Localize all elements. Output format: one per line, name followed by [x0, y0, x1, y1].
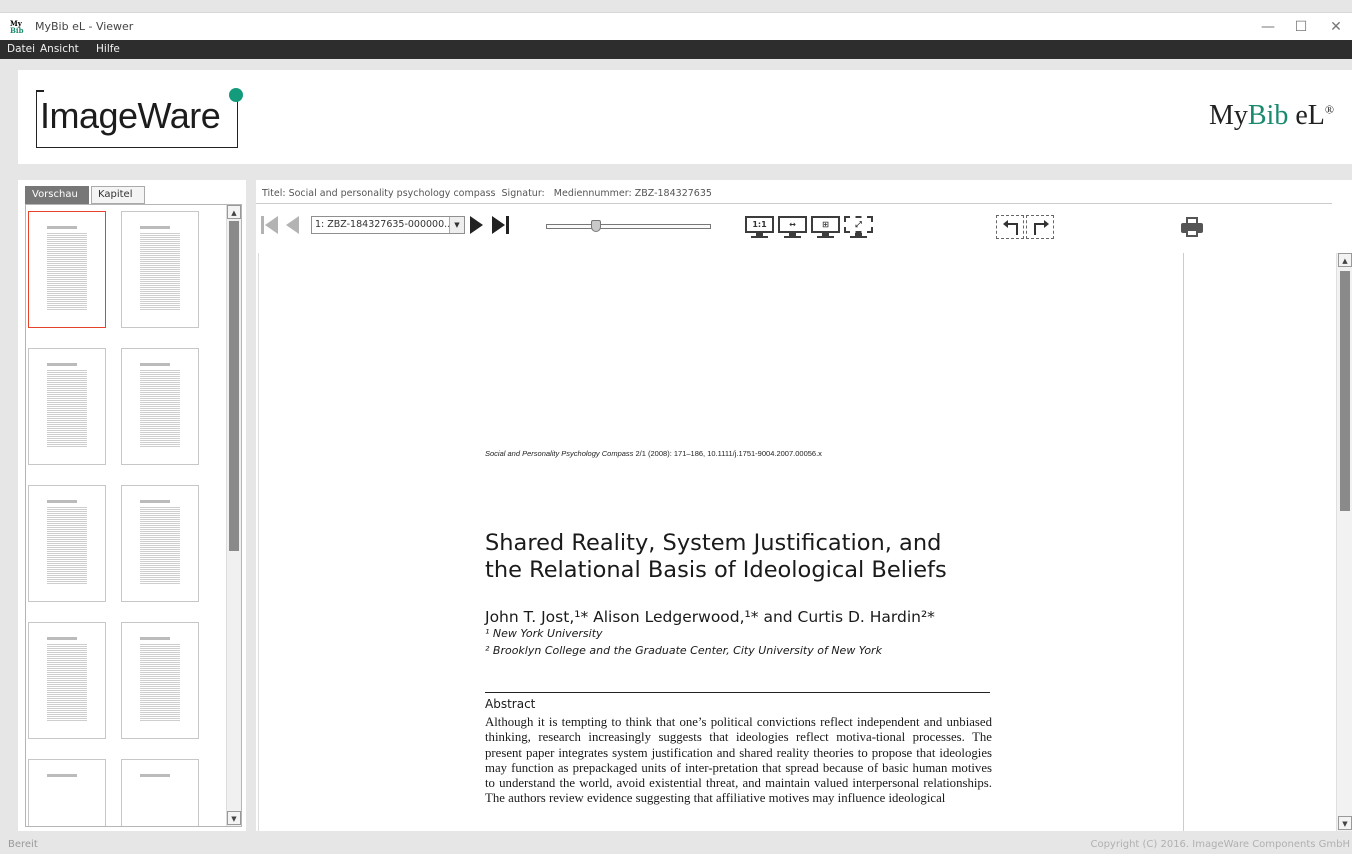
brand-bib: Bib	[1247, 100, 1289, 131]
previous-page-button[interactable]	[286, 216, 299, 234]
zoom-1to1-button[interactable]: 1:1	[745, 216, 774, 238]
page-thumbnail-8[interactable]	[121, 622, 199, 739]
close-button[interactable]: ✕	[1318, 17, 1352, 39]
fit-width-button[interactable]: ↔	[778, 216, 807, 238]
menu-datei[interactable]: Datei	[7, 43, 35, 55]
mediennummer-label: Mediennummer:	[553, 188, 632, 199]
affiliation-2: ² Brooklyn College and the Graduate Cent…	[485, 644, 882, 657]
journal-citation: Social and Personality Psychology Compas…	[485, 449, 822, 458]
maximize-button[interactable]: ☐	[1283, 17, 1319, 39]
scrollbar-thumb[interactable]	[229, 221, 239, 551]
page-select-dropdown[interactable]: 1: ZBZ-184327635-000000... ▼	[311, 216, 465, 234]
imageware-logo: ImageWare	[40, 95, 221, 136]
preview-panel: Vorschau Kapitel ▲ ▼	[18, 180, 246, 831]
page-thumbnail-7[interactable]	[28, 622, 106, 739]
article-title: Shared Reality, System Justification, an…	[485, 530, 1045, 584]
fullscreen-icon: ⤢	[844, 216, 873, 233]
abstract-rule	[485, 692, 990, 693]
rotate-left-icon	[1003, 220, 1018, 235]
affiliation-1: ¹ New York University	[485, 627, 603, 640]
article-title-line-2: the Relational Basis of Ideological Beli…	[485, 557, 947, 583]
abstract-text: Although it is tempting to think that on…	[485, 715, 992, 806]
brand-el: eL	[1288, 100, 1325, 131]
article-title-line-1: Shared Reality, System Justification, an…	[485, 530, 942, 556]
scroll-up-arrow-icon[interactable]: ▲	[1338, 253, 1352, 267]
zoom-slider[interactable]	[546, 220, 711, 232]
page-thumbnail-5[interactable]	[28, 485, 106, 602]
status-bar: Bereit Copyright (C) 2016. ImageWare Com…	[0, 836, 1352, 854]
page-thumbnail-4[interactable]	[121, 348, 199, 465]
window-title: MyBib eL - Viewer	[35, 20, 134, 33]
rotate-right-button[interactable]	[1026, 215, 1054, 239]
rotate-left-button[interactable]	[996, 215, 1024, 239]
zoom-1to1-label: 1:1	[745, 216, 774, 233]
app-icon: My Bib	[10, 19, 24, 35]
thumbnail-list: ▲ ▼	[25, 204, 242, 827]
zoom-slider-handle[interactable]	[591, 220, 601, 232]
imageware-logo-dot	[229, 88, 243, 102]
status-text: Bereit	[8, 839, 38, 850]
brand-my: My	[1208, 100, 1248, 131]
tab-kapitel[interactable]: Kapitel	[91, 186, 145, 204]
document-page: Social and Personality Psychology Compas…	[258, 253, 1184, 831]
journal-citation-details: 2/1 (2008): 171–186, 10.1111/j.1751-9004…	[633, 449, 822, 458]
scroll-down-arrow-icon[interactable]: ▼	[227, 811, 241, 825]
divider	[256, 203, 1332, 204]
print-button[interactable]	[1181, 217, 1203, 237]
fit-width-icon: ↔	[778, 216, 807, 233]
document-scrollbar[interactable]: ▲ ▼	[1336, 253, 1352, 831]
titel-value: Social and personality psychology compas…	[288, 188, 496, 199]
page-thumbnail-1[interactable]	[28, 211, 106, 328]
article-authors: John T. Jost,¹* Alison Ledgerwood,¹* and…	[485, 608, 935, 626]
page-thumbnail-2[interactable]	[121, 211, 199, 328]
thumbnail-scrollbar[interactable]: ▲ ▼	[226, 205, 241, 826]
scroll-down-arrow-icon[interactable]: ▼	[1338, 816, 1352, 830]
viewer-panel: Titel: Social and personality psychology …	[256, 180, 1352, 831]
fit-page-button[interactable]: ⊞	[811, 216, 840, 238]
journal-name: Social and Personality Psychology Compas…	[485, 449, 634, 458]
scrollbar-thumb[interactable]	[1340, 271, 1350, 511]
brand-registered: ®	[1324, 102, 1334, 117]
window-titlebar: My Bib MyBib eL - Viewer — ☐ ✕	[0, 12, 1352, 40]
minimize-button[interactable]: —	[1250, 17, 1286, 39]
header-banner: ImageWare MyBib eL®	[18, 70, 1352, 164]
page-thumbnail-3[interactable]	[28, 348, 106, 465]
rotate-right-icon	[1034, 220, 1049, 235]
menu-hilfe[interactable]: Hilfe	[96, 43, 120, 55]
mybib-brand: MyBib eL®	[1209, 100, 1334, 132]
document-info-line: Titel: Social and personality psychology …	[262, 188, 715, 199]
menu-bar: Datei Ansicht Hilfe	[0, 40, 1352, 59]
chevron-down-icon[interactable]: ▼	[449, 217, 464, 233]
mediennummer-value: ZBZ-184327635	[634, 188, 712, 199]
tab-vorschau[interactable]: Vorschau	[25, 186, 89, 204]
fit-page-icon: ⊞	[811, 216, 840, 233]
signatur-label: Signatur:	[501, 188, 545, 199]
document-view: Social and Personality Psychology Compas…	[256, 252, 1352, 831]
abstract-heading: Abstract	[485, 697, 536, 711]
fullscreen-button[interactable]: ⤢	[844, 216, 873, 238]
scroll-up-arrow-icon[interactable]: ▲	[227, 205, 241, 219]
menu-ansicht[interactable]: Ansicht	[40, 43, 79, 55]
page-thumbnail-10[interactable]	[121, 759, 199, 826]
page-thumbnail-9[interactable]	[28, 759, 106, 826]
viewer-toolbar: 1: ZBZ-184327635-000000... ▼ 1:1 ↔ ⊞ ⤢	[256, 210, 1332, 242]
page-thumbnail-6[interactable]	[121, 485, 199, 602]
titel-label: Titel:	[262, 188, 286, 199]
page-select-value: 1: ZBZ-184327635-000000...	[315, 219, 454, 230]
next-page-button[interactable]	[470, 216, 483, 234]
copyright-text: Copyright (C) 2016. ImageWare Components…	[1090, 839, 1350, 850]
